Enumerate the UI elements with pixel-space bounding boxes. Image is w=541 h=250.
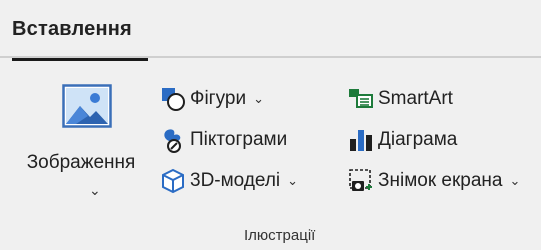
chevron-down-icon: ⌄: [89, 182, 101, 198]
chart-label: Діаграма: [378, 129, 458, 150]
3d-model-icon: [162, 168, 184, 194]
shapes-icon: [162, 88, 185, 111]
icons-icon: [164, 129, 181, 153]
chart-icon: [350, 130, 372, 151]
screenshot-icon: [349, 169, 372, 191]
group-label-illustrations: Ілюстрації: [244, 227, 316, 244]
icons-label: Піктограми: [190, 129, 288, 150]
pictures-label: Зображення: [26, 152, 136, 173]
screenshot-button[interactable]: Знімок екрана ⌄: [348, 166, 520, 196]
screenshot-label: Знімок екрана: [378, 170, 503, 191]
ribbon-divider: [0, 56, 541, 58]
3d-models-button[interactable]: 3D-моделі ⌄: [160, 166, 298, 196]
shapes-button[interactable]: Фігури ⌄: [160, 84, 264, 114]
pictures-button[interactable]: Зображення ⌄: [6, 80, 156, 200]
chevron-down-icon: ⌄: [287, 173, 299, 188]
picture-icon: [62, 84, 112, 128]
tab-insert[interactable]: Вставлення: [12, 18, 132, 41]
chevron-down-icon: ⌄: [253, 91, 264, 106]
shapes-label: Фігури: [190, 88, 247, 109]
smartart-button[interactable]: SmartArt: [348, 84, 453, 114]
chart-button[interactable]: Діаграма: [348, 125, 457, 155]
icons-button[interactable]: Піктограми: [160, 125, 287, 155]
ribbon-panel: Вставлення Зображення ⌄ Фігури ⌄ Піктогр…: [0, 0, 541, 250]
smartart-icon: [349, 89, 373, 108]
smartart-label: SmartArt: [378, 88, 453, 109]
chevron-down-icon: ⌄: [509, 173, 521, 188]
3d-models-label: 3D-моделі: [190, 170, 281, 191]
